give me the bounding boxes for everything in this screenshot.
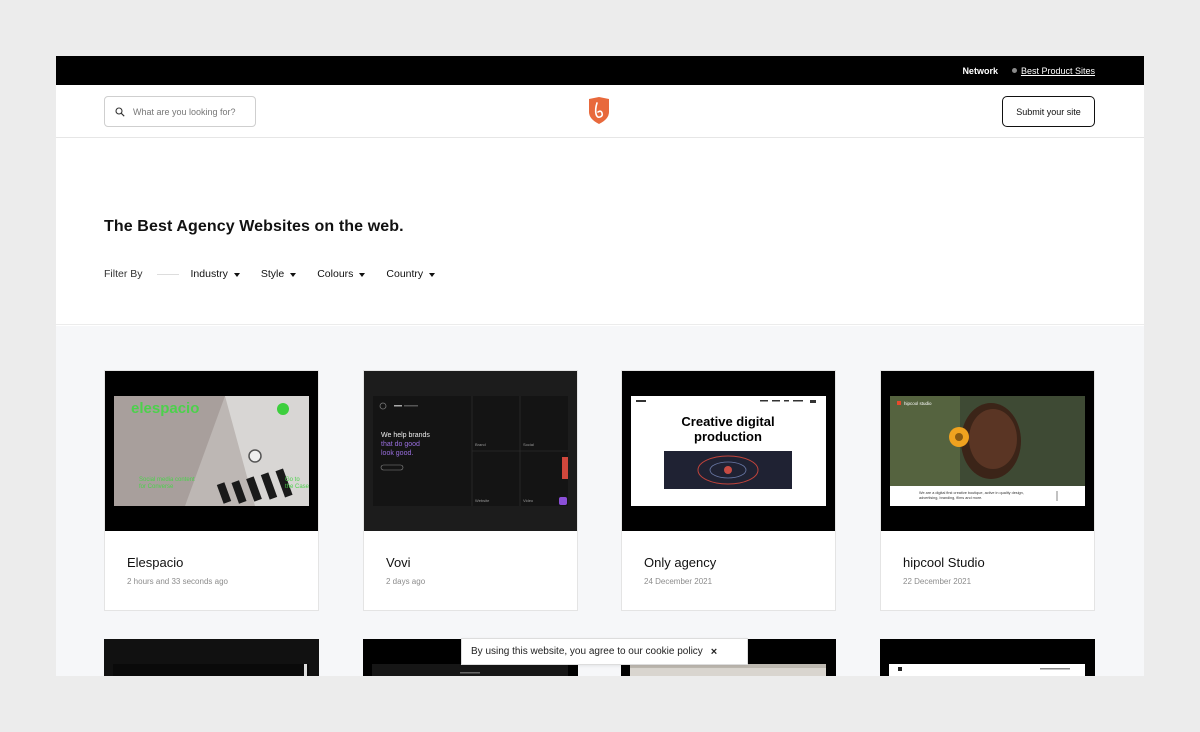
- search-icon: [115, 106, 125, 117]
- site-card-only-agency[interactable]: Creative digital production Only agency …: [621, 370, 836, 611]
- thumb-text: hipcool studio: [904, 401, 932, 406]
- thumb-text: look good.: [381, 450, 413, 457]
- site-card-hipcool-studio[interactable]: hipcool studio We are a digital first cr…: [880, 370, 1095, 611]
- filter-divider: [156, 273, 179, 275]
- close-icon[interactable]: ×: [711, 646, 717, 658]
- filter-by-label: Filter By: [104, 268, 143, 280]
- site-title[interactable]: Vovi: [386, 555, 411, 570]
- filter-country[interactable]: Country: [386, 268, 436, 280]
- site-date: 22 December 2021: [903, 577, 972, 586]
- page-title: The Best Agency Websites on the web.: [104, 218, 404, 235]
- search-input[interactable]: [133, 106, 245, 117]
- site-card-row2-4[interactable]: [880, 639, 1095, 676]
- site-thumbnail[interactable]: We help brands that do good look good. B…: [364, 371, 577, 531]
- site-title[interactable]: Only agency: [644, 555, 716, 570]
- thumb-text: production: [694, 429, 762, 444]
- thumb-text: the Case: [285, 484, 310, 490]
- site-title[interactable]: Elespacio: [127, 555, 183, 570]
- search-box[interactable]: [104, 96, 256, 127]
- thumb-text: advertising, branding, films and more.: [919, 496, 982, 500]
- site-card-row2-1[interactable]: [104, 639, 319, 676]
- thumb-text: We are a digital first creative boutique…: [919, 491, 1024, 495]
- caret-down-icon: [233, 272, 240, 277]
- submit-site-button[interactable]: Submit your site: [1002, 96, 1095, 127]
- thumb-text: Video: [523, 498, 534, 503]
- site-grid: elespacio Social media content for Conve…: [56, 326, 1144, 676]
- hero-section: The Best Agency Websites on the web. Fil…: [56, 138, 1144, 325]
- vovi-preview: We help brands that do good look good. B…: [364, 371, 577, 531]
- site-date: 2 days ago: [386, 577, 426, 586]
- thumb-text: Creative digital: [681, 414, 774, 429]
- cookie-banner: By using this website, you agree to our …: [461, 638, 748, 665]
- site-card-elespacio[interactable]: elespacio Social media content for Conve…: [104, 370, 319, 611]
- site-date: 24 December 2021: [644, 577, 713, 586]
- thumb-text: Website: [475, 498, 490, 503]
- site-title[interactable]: hipcool Studio: [903, 555, 985, 570]
- caret-down-icon: [290, 272, 297, 277]
- filter-style[interactable]: Style: [261, 268, 297, 280]
- thumb-text: Social: [523, 442, 534, 447]
- cookie-text: By using this website, you agree to our …: [471, 646, 703, 657]
- caret-down-icon: [359, 272, 366, 277]
- site-thumbnail[interactable]: hipcool studio We are a digital first cr…: [881, 371, 1094, 531]
- thumb-text: We help brands: [381, 432, 430, 439]
- thumb-text: for Converse: [139, 484, 174, 490]
- elespacio-preview: elespacio Social media content for Conve…: [105, 371, 318, 531]
- network-label: Network: [962, 65, 998, 76]
- site-card-vovi[interactable]: We help brands that do good look good. B…: [363, 370, 578, 611]
- best-product-sites-link[interactable]: Best Product Sites: [1021, 66, 1095, 76]
- header: Submit your site: [56, 85, 1144, 138]
- site-thumbnail: [104, 639, 319, 676]
- thumb-text: elespacio: [131, 400, 199, 417]
- thumb-text: Go to: [285, 477, 300, 483]
- hipcool-preview: hipcool studio We are a digital first cr…: [881, 371, 1094, 531]
- site-thumbnail[interactable]: Creative digital production: [622, 371, 835, 531]
- thumb-text: that do good: [381, 441, 420, 448]
- logo-icon[interactable]: [588, 97, 610, 124]
- site-thumbnail[interactable]: elespacio Social media content for Conve…: [105, 371, 318, 531]
- page: Network Best Product Sites Submit your s…: [56, 56, 1144, 676]
- filter-bar: Filter By Industry Style Colours Country: [104, 268, 456, 280]
- top-bar: Network Best Product Sites: [56, 56, 1144, 85]
- thumb-text: Brand: [475, 442, 486, 447]
- filter-colours[interactable]: Colours: [317, 268, 366, 280]
- caret-down-icon: [429, 272, 436, 277]
- only-agency-preview: Creative digital production: [622, 371, 835, 531]
- filter-industry[interactable]: Industry: [191, 268, 240, 280]
- thumb-text: Social media content: [139, 477, 195, 483]
- status-dot-icon: [1011, 68, 1017, 73]
- site-thumbnail: [880, 639, 1095, 676]
- site-date: 2 hours and 33 seconds ago: [127, 577, 228, 586]
